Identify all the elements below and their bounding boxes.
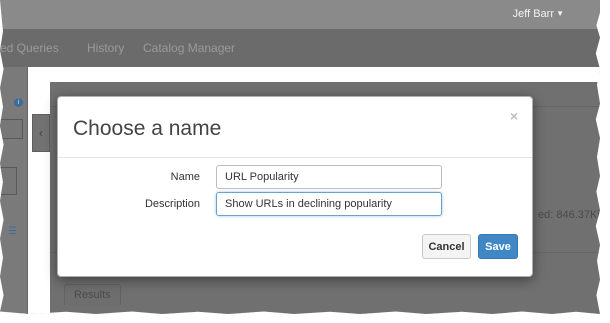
cancel-button[interactable]: Cancel <box>422 234 471 259</box>
sidebar-control[interactable] <box>0 119 23 139</box>
sidebar-panel <box>0 167 17 195</box>
nav-item-history[interactable]: History <box>87 41 124 55</box>
dialog-title: Choose a name <box>73 117 222 140</box>
save-button[interactable]: Save <box>478 234 518 259</box>
description-label: Description <box>144 198 200 210</box>
name-field[interactable] <box>216 165 442 189</box>
nav-item-catalog-manager[interactable]: Catalog Manager <box>143 41 235 55</box>
screenshot-frame: Jeff Barr ▼ ed Queries History Catalog M… <box>0 0 600 314</box>
top-bar: Jeff Barr ▼ <box>0 0 600 29</box>
collapse-sidebar-button[interactable]: ‹ <box>32 114 50 152</box>
description-field[interactable] <box>216 192 442 216</box>
status-text: ed: 846.37Ki <box>538 209 600 221</box>
name-label: Name <box>170 171 200 183</box>
list-icon[interactable]: ☰ <box>8 226 17 237</box>
close-icon[interactable]: × <box>510 108 518 124</box>
choose-name-dialog: Choose a name × Name Description Cancel … <box>57 96 533 277</box>
tab-results[interactable]: Results <box>64 284 121 305</box>
chevron-down-icon[interactable]: ▼ <box>556 9 564 18</box>
chevron-left-icon: ‹ <box>39 126 43 140</box>
dialog-header-divider <box>58 157 532 158</box>
nav-item-saved-queries[interactable]: ed Queries <box>0 41 59 55</box>
sidebar: i ☰ <box>0 67 28 314</box>
main-nav: ed Queries History Catalog Manager <box>0 29 600 67</box>
info-icon[interactable]: i <box>14 98 23 107</box>
user-menu[interactable]: Jeff Barr <box>513 8 554 20</box>
